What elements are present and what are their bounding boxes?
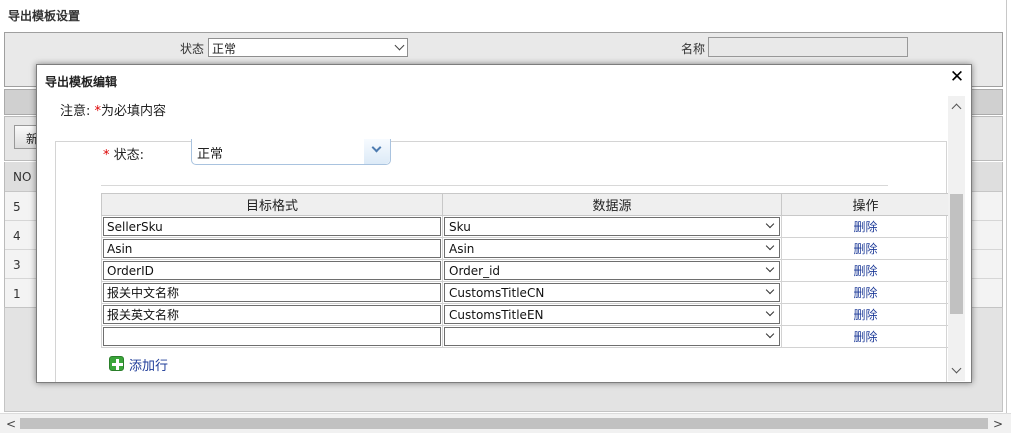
status-label-text: 状态: [109,148,145,163]
scroll-down-icon[interactable] [950,364,962,376]
target-format-input[interactable]: 报关中文名称 [103,283,441,302]
scroll-left-icon[interactable]: < [3,417,19,431]
status-select-value: 正常 [197,147,224,162]
chevron-down-icon [765,285,775,295]
mapping-row: 删除 [101,325,950,348]
data-source-select[interactable]: Sku [444,217,780,236]
chevron-down-icon [765,307,775,317]
column-header-target: 目标格式 [101,193,443,216]
data-source-select[interactable] [444,327,780,346]
row-number: 4 [13,229,21,243]
mapping-header-row: 目标格式 数据源 操作 [101,193,950,216]
notice-prefix: 注意: [60,104,91,119]
add-row-label: 添加行 [129,359,169,374]
column-header-source: 数据源 [442,193,782,216]
status-filter-select[interactable]: 正常 [208,38,408,57]
status-filter-label: 状态 [180,42,205,56]
chevron-down-icon [765,219,775,229]
delete-row-link[interactable]: 删除 [782,240,949,257]
status-dropdown-trigger[interactable] [364,139,390,164]
delete-row-link[interactable]: 删除 [782,218,949,235]
delete-row-link[interactable]: 删除 [782,262,949,279]
target-format-input[interactable]: OrderID [103,261,441,280]
data-source-select[interactable]: Asin [444,239,780,258]
target-format-input[interactable]: SellerSku [103,217,441,236]
scroll-up-icon[interactable] [950,101,962,113]
status-filter-value: 正常 [212,42,237,56]
page-title: 导出模板设置 [8,9,81,23]
chevron-down-icon [765,263,775,273]
scroll-right-icon[interactable]: > [990,417,1006,431]
row-number: 3 [13,258,21,272]
data-source-select[interactable]: CustomsTitleEN [444,305,780,324]
data-source-select[interactable]: CustomsTitleCN [444,283,780,302]
mapping-row: SellerSku Sku 删除 [101,215,950,238]
form-divider [101,185,888,186]
required-notice: 注意: *为必填内容 [60,100,166,119]
target-format-input[interactable]: 报关英文名称 [103,305,441,324]
name-filter-label: 名称 [681,42,706,56]
horizontal-scrollbar[interactable]: < > [0,413,1011,433]
dialog-vertical-scrollbar[interactable] [948,96,965,381]
field-mapping-table: 目标格式 数据源 操作 SellerSku Sku 删除 Asin Asin 删… [101,193,950,348]
vertical-scroll-thumb[interactable] [950,194,963,314]
plus-icon [109,356,124,371]
close-icon[interactable]: ✕ [949,68,965,86]
status-select[interactable]: 正常 [191,139,391,165]
dialog-title: 导出模板编辑 [45,75,118,89]
data-source-value: Sku [449,220,471,234]
target-format-input[interactable]: Asin [103,239,441,258]
page-border [1006,0,1007,415]
chevron-down-icon [765,241,775,251]
delete-row-link[interactable]: 删除 [782,328,949,345]
chevron-down-icon [394,40,405,51]
data-source-value: CustomsTitleCN [449,286,545,300]
data-source-value: Asin [449,242,475,256]
mapping-row: OrderID Order_id 删除 [101,259,950,282]
mapping-row: 报关中文名称 CustomsTitleCN 删除 [101,281,950,304]
name-filter-input[interactable] [708,37,908,57]
target-format-input[interactable] [103,327,441,346]
notice-text: 为必填内容 [101,104,167,119]
data-source-select[interactable]: Order_id [444,261,780,280]
mapping-row: 报关英文名称 CustomsTitleEN 删除 [101,303,950,326]
row-number: 5 [13,200,21,214]
column-header-op: 操作 [781,193,950,216]
chevron-down-icon [765,329,775,339]
row-number: 1 [13,287,21,301]
chevron-down-icon [371,142,382,153]
delete-row-link[interactable]: 删除 [782,306,949,323]
template-edit-dialog: 导出模板编辑 ✕ 注意: *为必填内容 * 状态: 正常 目标格式 数据源 操作… [36,64,972,383]
column-header-no: NO [13,170,32,184]
horizontal-scroll-thumb[interactable] [20,418,988,429]
delete-row-link[interactable]: 删除 [782,284,949,301]
data-source-value: CustomsTitleEN [449,308,544,322]
mapping-row: Asin Asin 删除 [101,237,950,260]
status-field-label: * 状态: [103,144,144,163]
data-source-value: Order_id [449,264,501,278]
